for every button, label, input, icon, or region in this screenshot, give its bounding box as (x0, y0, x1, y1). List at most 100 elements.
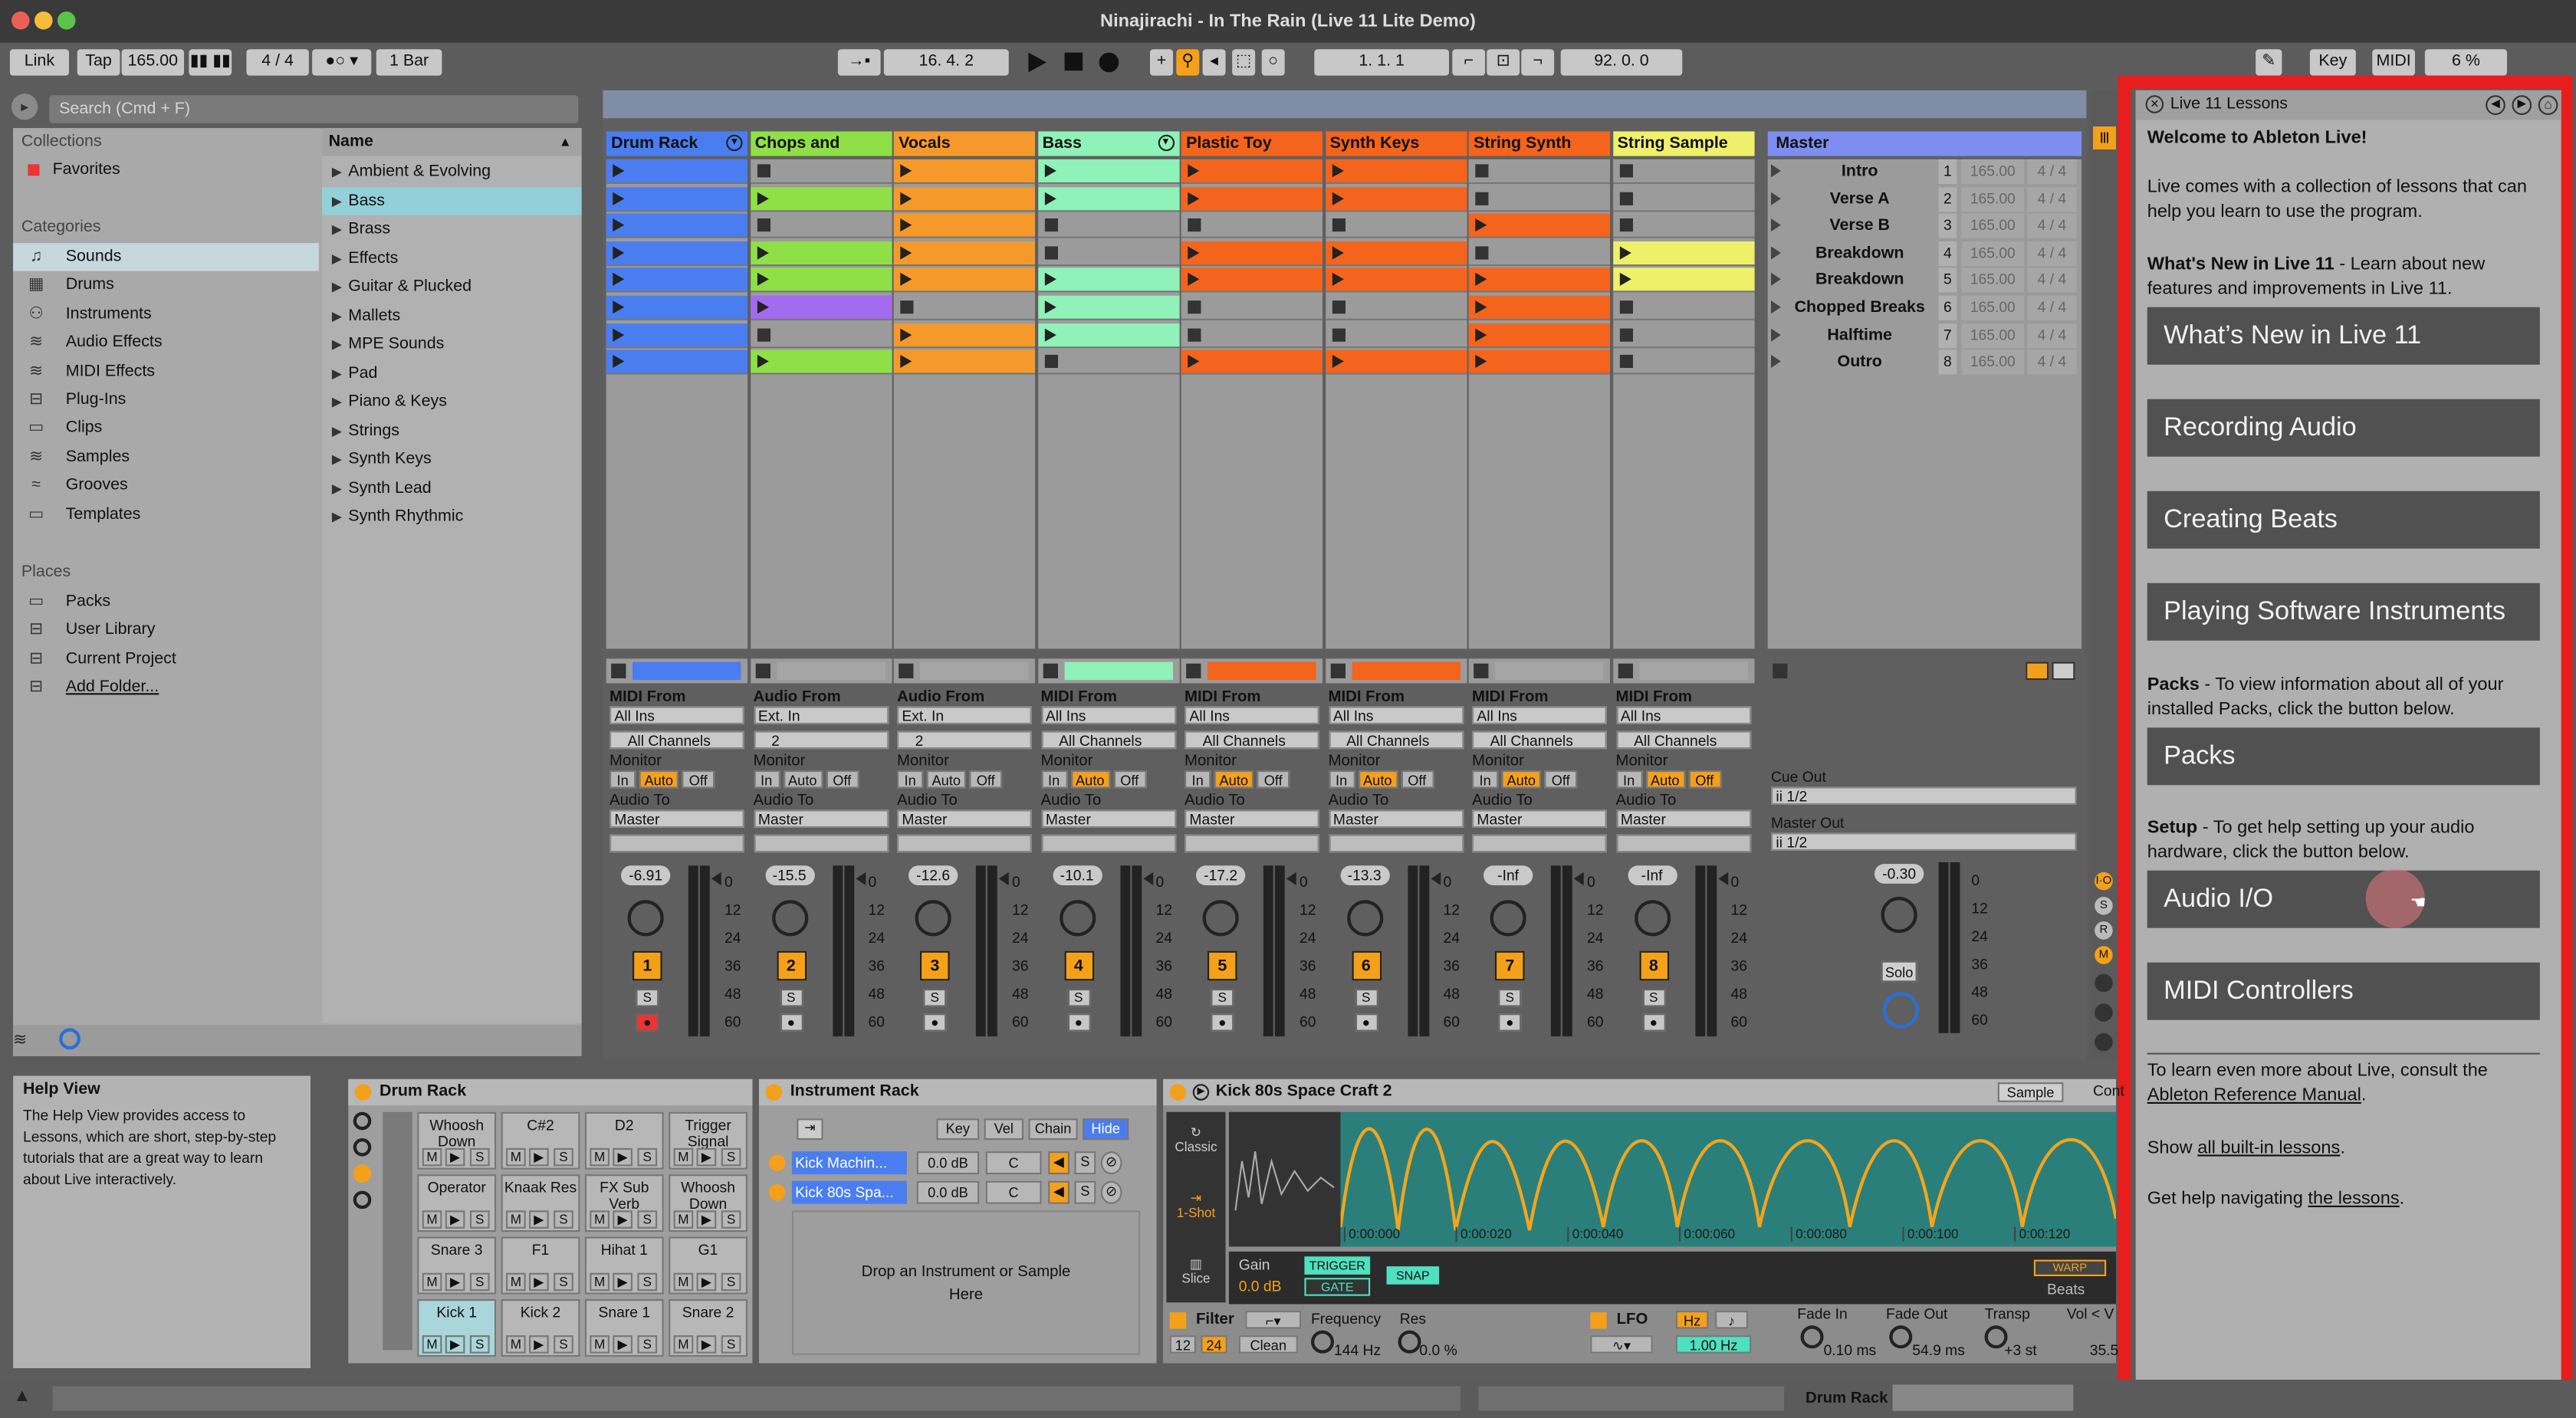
lfo-shape-select[interactable]: ∿▾ (1590, 1335, 1653, 1354)
sidebar-item-samples[interactable]: ≋ Samples (13, 443, 319, 471)
fader-handle-icon[interactable] (1717, 871, 1728, 885)
sidebar-item-sounds[interactable]: ♫ Sounds (13, 243, 319, 271)
clip-slot[interactable] (1325, 159, 1467, 184)
arm-button[interactable]: ● (779, 1013, 803, 1032)
clip-slot[interactable] (1037, 268, 1179, 294)
scene-signature[interactable]: 4 / 4 (2027, 295, 2077, 320)
input-source-select[interactable]: All Ins (1040, 706, 1176, 724)
clip-slot[interactable] (1612, 186, 1754, 212)
drum-pad[interactable]: Operator M ▶ S (417, 1174, 497, 1233)
clip-slot[interactable] (1325, 213, 1467, 239)
clip-slot[interactable] (1612, 350, 1754, 375)
pad-solo-button[interactable]: S (469, 1335, 490, 1354)
input-channel-select[interactable]: 2 (897, 730, 1032, 750)
groove-pool-icon[interactable]: ≋ (13, 1032, 27, 1050)
output-channel-select[interactable] (1040, 834, 1176, 853)
fader-handle-icon[interactable] (711, 871, 721, 885)
stop-clips-icon[interactable] (1042, 663, 1057, 678)
arm-button[interactable]: ● (1498, 1013, 1522, 1032)
pad-solo-button[interactable]: S (637, 1147, 658, 1167)
oneshot-mode-button[interactable]: ⇥ 1-Shot (1166, 1191, 1225, 1221)
macro-toggle-icon[interactable] (353, 1111, 372, 1131)
play-icon[interactable] (1028, 52, 1046, 73)
clip-slot[interactable] (1468, 268, 1610, 294)
clip-play-icon[interactable] (756, 191, 768, 205)
output-channel-select[interactable] (1472, 834, 1607, 853)
chain-pan[interactable]: C (985, 1151, 1042, 1175)
clip-slot[interactable] (893, 186, 1035, 212)
fader-handle-icon[interactable] (998, 871, 1009, 885)
track-volume[interactable]: -6.91 (621, 865, 671, 885)
monitor-auto-button[interactable]: Auto (1501, 770, 1541, 789)
sidebar-item-drums[interactable]: ▦ Drums (13, 271, 319, 299)
pad-mute-button[interactable]: M (506, 1147, 526, 1167)
pad-solo-button[interactable]: S (721, 1147, 741, 1167)
clip-stop-icon[interactable] (1475, 164, 1489, 178)
input-channel-select[interactable]: All Channels (1615, 730, 1751, 750)
preview-icon[interactable] (59, 1028, 80, 1050)
io-routing-toggle-icon[interactable] (353, 1190, 372, 1210)
clip-stop-icon[interactable] (756, 218, 770, 232)
expand-arrow-icon[interactable]: ▶ (332, 330, 342, 358)
sidebar-item-favorites[interactable]: Favorites (13, 156, 319, 184)
chain-select-icon[interactable]: ⇥ (797, 1118, 823, 1141)
master-pan-knob[interactable] (1881, 897, 1917, 934)
clip-slot[interactable] (1037, 323, 1179, 348)
track-activator-button[interactable]: 3 (920, 950, 950, 981)
sample-tab[interactable]: Sample (1997, 1082, 2064, 1102)
pad-mute-button[interactable]: M (422, 1335, 442, 1354)
input-channel-select[interactable]: All Channels (1184, 730, 1319, 750)
browser-search-input[interactable]: Search (Cmd + F) (49, 95, 579, 123)
drum-pad[interactable]: Hihat 1 M ▶ S (584, 1236, 664, 1295)
pad-mute-button[interactable]: M (422, 1210, 442, 1229)
browser-item[interactable]: ▶ Guitar & Plucked (322, 273, 582, 300)
draw-mode-icon[interactable]: ✎ (2256, 49, 2282, 76)
sidebar-item-instruments[interactable]: ⚇ Instruments (13, 300, 319, 328)
input-source-select[interactable]: All Ins (1472, 706, 1607, 724)
clip-play-icon[interactable] (613, 164, 625, 178)
drum-pad[interactable]: Whoosh Down M ▶ S (669, 1174, 748, 1233)
track-header-2[interactable]: Chops and Breaks (750, 131, 892, 177)
clip-play-icon[interactable] (1618, 245, 1631, 260)
clip-slot[interactable] (1468, 350, 1610, 375)
quantize-select[interactable]: 1 Bar (376, 49, 442, 76)
clip-slot[interactable] (1468, 159, 1610, 184)
pad-play-icon[interactable]: ▶ (445, 1272, 465, 1292)
record-icon[interactable] (1099, 52, 1119, 73)
clip-play-icon[interactable] (613, 273, 625, 287)
clip-slot[interactable] (750, 350, 892, 375)
returns-toggle-icon[interactable]: R (2095, 921, 2113, 940)
expand-arrow-icon[interactable]: ▶ (332, 301, 342, 329)
all-lessons-link[interactable]: all built-in lessons (2197, 1138, 2340, 1158)
output-select[interactable]: Master (1615, 809, 1751, 828)
pad-play-icon[interactable]: ▶ (445, 1210, 465, 1229)
scene-insert-icon[interactable] (2052, 661, 2075, 681)
drum-pad[interactable]: Snare 3 M ▶ S (417, 1236, 497, 1295)
pad-overview-toggle-icon[interactable] (353, 1164, 372, 1183)
output-select[interactable]: Master (1184, 809, 1319, 828)
clip-play-icon[interactable] (613, 300, 625, 314)
track-volume[interactable]: -Inf (1483, 865, 1533, 885)
filter-24-button[interactable]: 24 (1201, 1335, 1227, 1354)
expand-arrow-icon[interactable]: ▶ (332, 445, 342, 473)
master-track-header[interactable]: Master (1767, 131, 2082, 156)
expand-arrow-icon[interactable]: ▶ (332, 215, 342, 243)
io-toggle-icon[interactable]: I·O (2095, 871, 2113, 891)
clip-slot[interactable] (1181, 323, 1322, 348)
clip-play-icon[interactable] (900, 191, 912, 205)
gain-value[interactable]: 0.0 dB (1239, 1278, 1282, 1294)
input-channel-select[interactable]: All Channels (1472, 730, 1607, 750)
solo-button[interactable]: S (1498, 989, 1522, 1007)
clip-play-icon[interactable] (1043, 164, 1056, 178)
metronome-icon[interactable]: ●○ ▾ (312, 49, 372, 76)
track-activator-button[interactable]: 1 (632, 950, 662, 981)
lfo-hz-button[interactable]: Hz (1675, 1311, 1709, 1329)
clip-stop-icon[interactable] (1043, 245, 1057, 260)
monitor-auto-button[interactable]: Auto (1070, 770, 1110, 789)
chain-hotswap-icon[interactable]: ⊘ (1100, 1180, 1122, 1204)
pad-play-icon[interactable]: ▶ (696, 1210, 717, 1229)
drum-pad[interactable]: Kick 1 M ▶ S (417, 1299, 497, 1357)
link-button[interactable]: Link (9, 49, 70, 76)
expand-arrow-icon[interactable]: ▶ (332, 244, 342, 271)
clip-slot[interactable] (1468, 213, 1610, 239)
